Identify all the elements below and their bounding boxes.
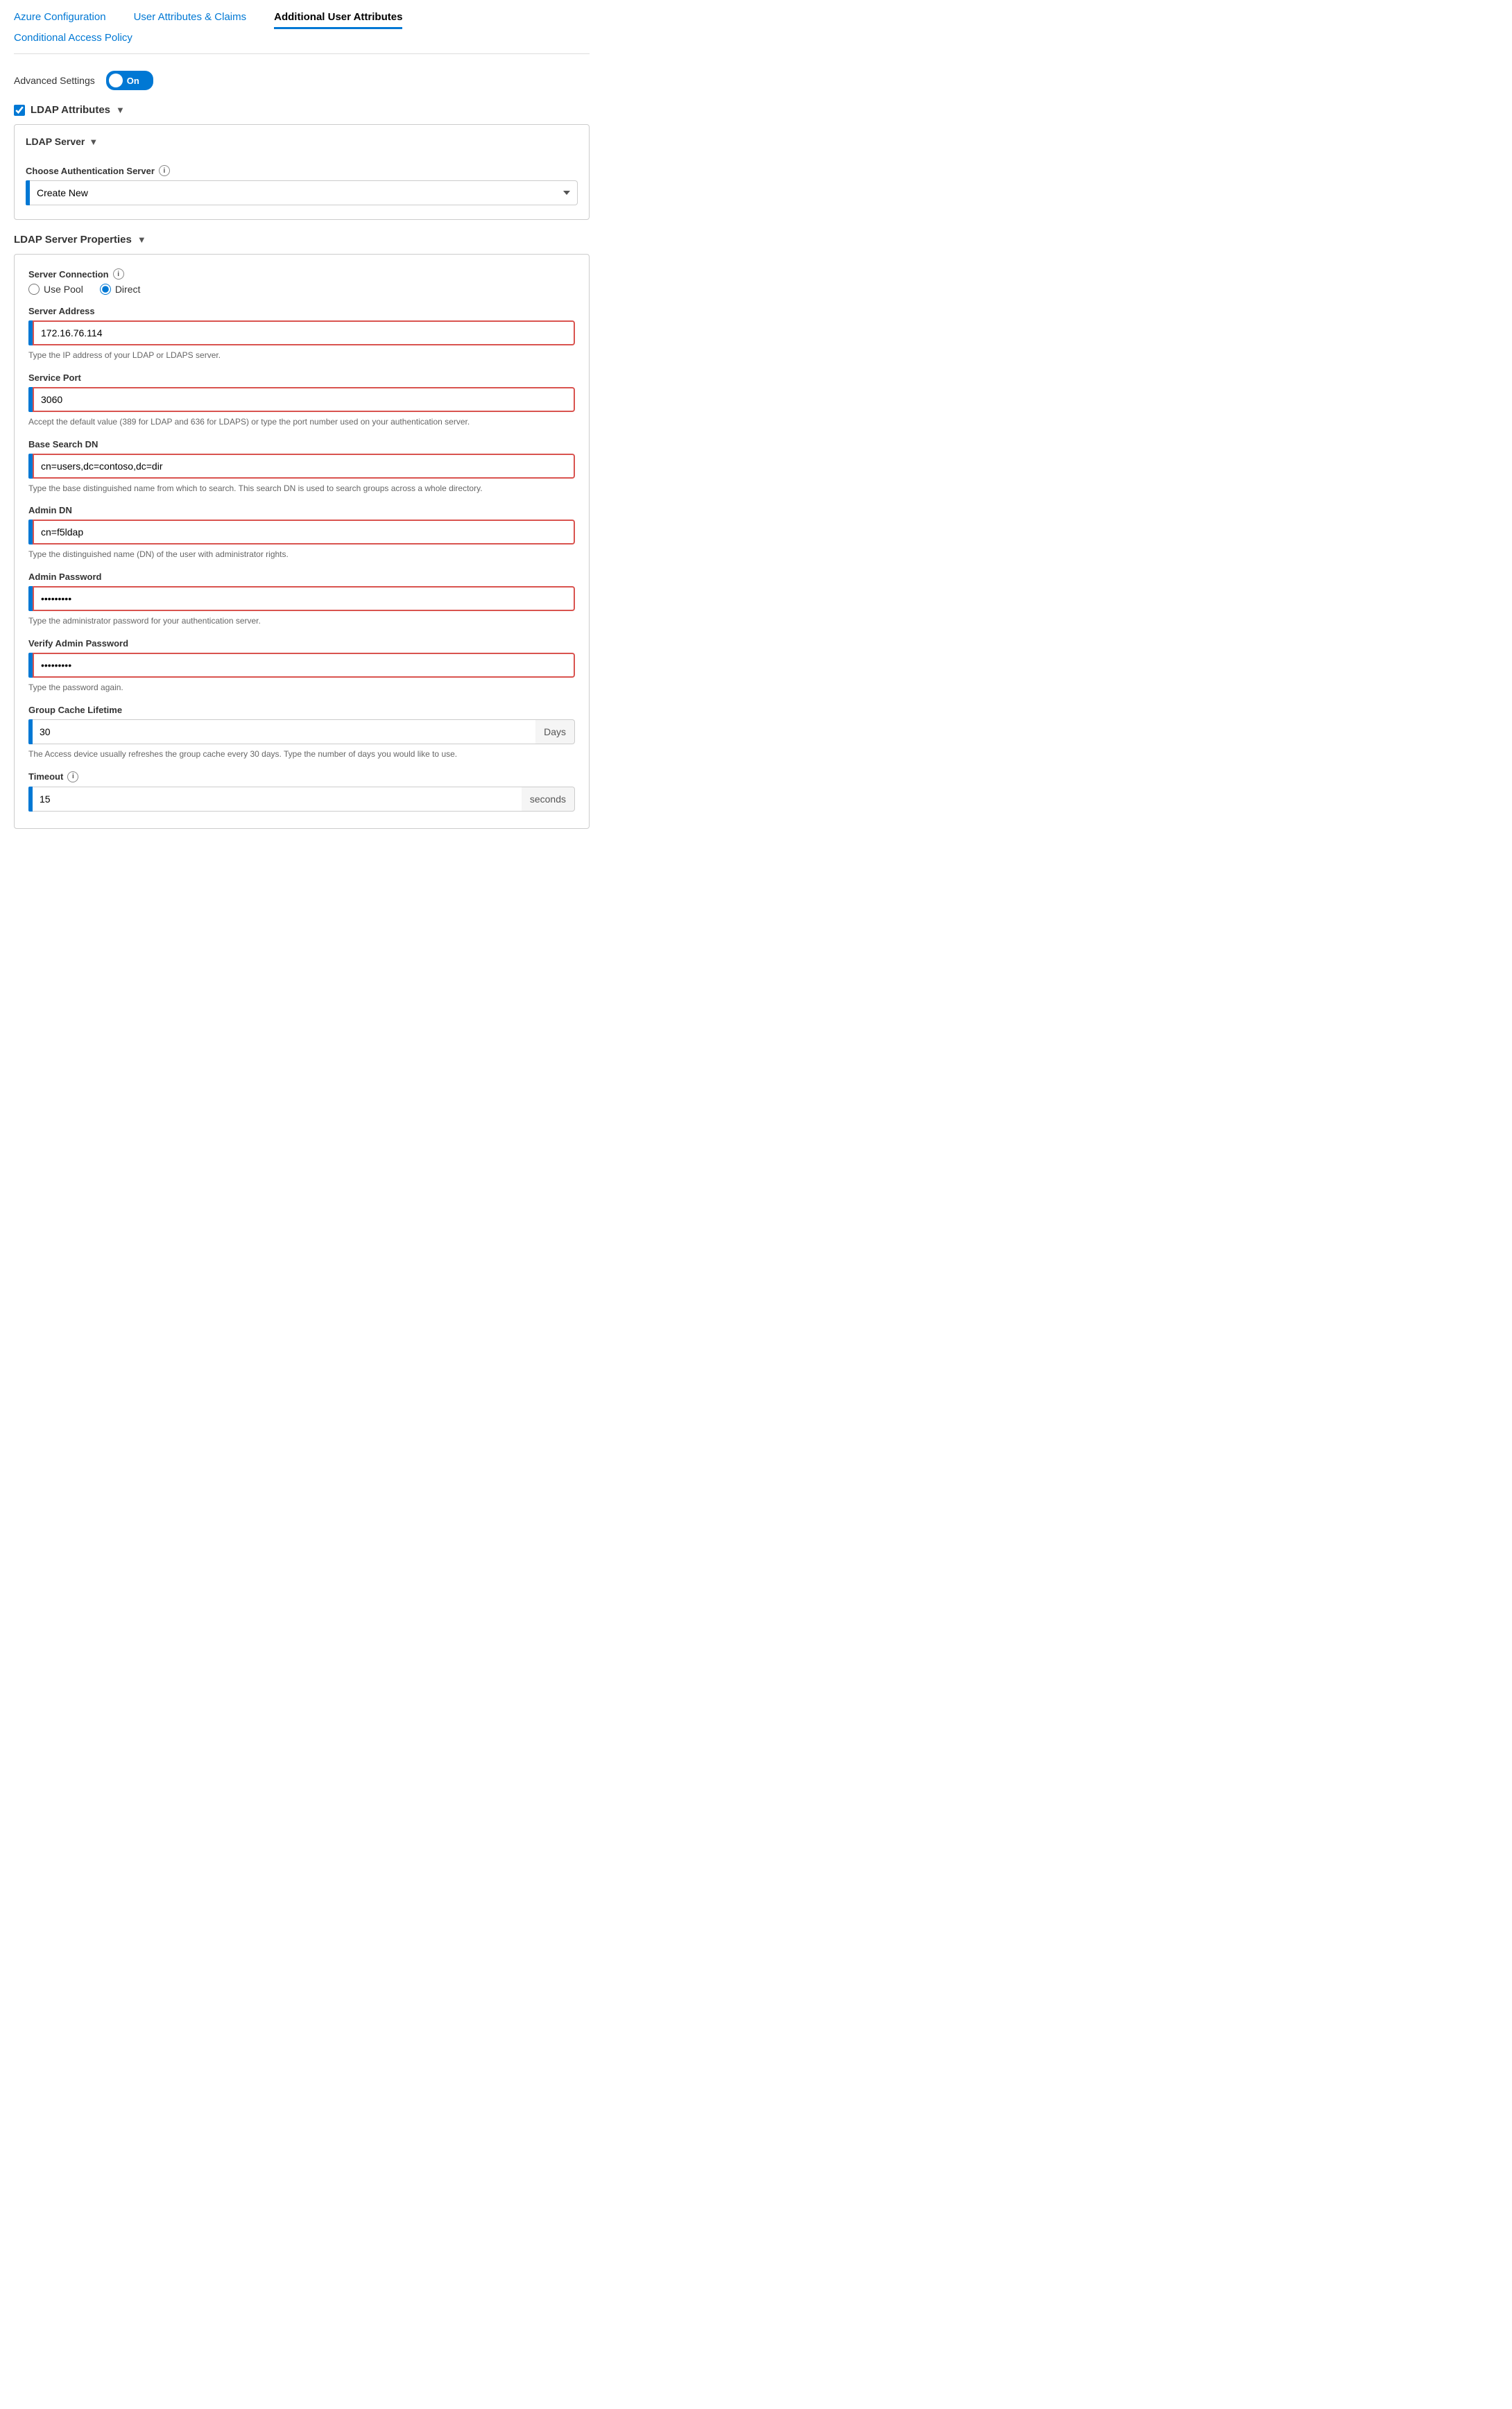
group-cache-lifetime-input-wrapper: Days [28,719,575,744]
radio-use-pool[interactable]: Use Pool [28,284,83,295]
tab-azure-configuration[interactable]: Azure Configuration [14,11,106,27]
base-search-dn-input-wrapper [28,454,575,479]
timeout-input[interactable] [33,787,522,812]
server-address-section: Server Address Type the IP address of yo… [28,306,575,361]
timeout-input-wrapper: seconds [28,787,575,812]
server-address-input-wrapper [28,320,575,345]
toggle-circle [109,74,123,87]
admin-dn-input[interactable] [33,520,575,545]
admin-dn-hint: Type the distinguished name (DN) of the … [28,549,575,560]
radio-use-pool-label: Use Pool [44,284,83,295]
top-navigation: Azure Configuration User Attributes & Cl… [14,11,590,54]
timeout-suffix: seconds [522,787,575,812]
ldap-server-properties-title: LDAP Server Properties [14,234,132,246]
auth-server-select-wrapper: Create New [26,180,578,205]
verify-admin-password-section: Verify Admin Password Type the password … [28,638,575,694]
base-search-dn-label: Base Search DN [28,439,575,449]
ldap-attributes-title: LDAP Attributes [31,104,110,116]
auth-server-select[interactable]: Create New [30,180,578,205]
admin-password-input[interactable] [33,586,575,611]
service-port-input-wrapper [28,387,575,412]
base-search-dn-input[interactable] [33,454,575,479]
server-connection-label: Server Connection i [28,268,575,280]
ldap-attributes-chevron[interactable]: ▼ [116,105,125,115]
ldap-server-properties-chevron[interactable]: ▼ [137,234,146,245]
advanced-settings-label: Advanced Settings [14,75,95,86]
toggle-text: On [127,76,139,86]
admin-dn-label: Admin DN [28,505,575,515]
choose-auth-server-section: Choose Authentication Server i Create Ne… [26,157,578,208]
admin-password-hint: Type the administrator password for your… [28,615,575,627]
server-address-hint: Type the IP address of your LDAP or LDAP… [28,350,575,361]
group-cache-lifetime-section: Group Cache Lifetime Days The Access dev… [28,705,575,760]
timeout-info-icon[interactable]: i [67,771,78,782]
choose-auth-server-label: Choose Authentication Server i [26,165,578,176]
ldap-attributes-header: LDAP Attributes ▼ [14,104,590,116]
group-cache-lifetime-label: Group Cache Lifetime [28,705,575,715]
group-cache-lifetime-suffix: Days [535,719,575,744]
radio-use-pool-input[interactable] [28,284,40,295]
timeout-label: Timeout i [28,771,575,782]
timeout-section: Timeout i seconds [28,771,575,812]
ldap-server-properties-box: Server Connection i Use Pool Direct Serv… [14,254,590,829]
choose-auth-server-info-icon[interactable]: i [159,165,170,176]
ldap-server-title: LDAP Server ▼ [26,136,578,147]
server-connection-info-icon[interactable]: i [113,268,124,280]
radio-direct-label: Direct [115,284,141,295]
verify-admin-password-hint: Type the password again. [28,682,575,694]
ldap-server-properties-header: LDAP Server Properties ▼ [14,234,590,246]
ldap-server-chevron[interactable]: ▼ [89,137,98,147]
verify-admin-password-input-wrapper [28,653,575,678]
tab-user-attributes-claims[interactable]: User Attributes & Claims [134,11,247,27]
base-search-dn-section: Base Search DN Type the base distinguish… [28,439,575,495]
group-cache-lifetime-hint: The Access device usually refreshes the … [28,748,575,760]
ldap-attributes-checkbox[interactable] [14,105,25,116]
server-connection-section: Server Connection i Use Pool Direct [28,268,575,295]
admin-password-label: Admin Password [28,572,575,582]
service-port-input[interactable] [33,387,575,412]
admin-dn-section: Admin DN Type the distinguished name (DN… [28,505,575,560]
ldap-server-box: LDAP Server ▼ Choose Authentication Serv… [14,124,590,220]
service-port-label: Service Port [28,372,575,383]
advanced-settings-toggle[interactable]: On [106,71,153,90]
group-cache-lifetime-input[interactable] [33,719,535,744]
verify-admin-password-label: Verify Admin Password [28,638,575,649]
server-address-input[interactable] [33,320,575,345]
admin-password-input-wrapper [28,586,575,611]
service-port-section: Service Port Accept the default value (3… [28,372,575,428]
service-port-hint: Accept the default value (389 for LDAP a… [28,416,575,428]
radio-direct[interactable]: Direct [100,284,141,295]
tab-additional-user-attributes[interactable]: Additional User Attributes [274,11,402,29]
verify-admin-password-input[interactable] [33,653,575,678]
base-search-dn-hint: Type the base distinguished name from wh… [28,483,575,495]
admin-password-section: Admin Password Type the administrator pa… [28,572,575,627]
server-connection-radio-group: Use Pool Direct [28,284,575,295]
radio-direct-input[interactable] [100,284,111,295]
admin-dn-input-wrapper [28,520,575,545]
tab-conditional-access-policy[interactable]: Conditional Access Policy [14,32,132,48]
advanced-settings-row: Advanced Settings On [14,71,590,90]
server-address-label: Server Address [28,306,575,316]
